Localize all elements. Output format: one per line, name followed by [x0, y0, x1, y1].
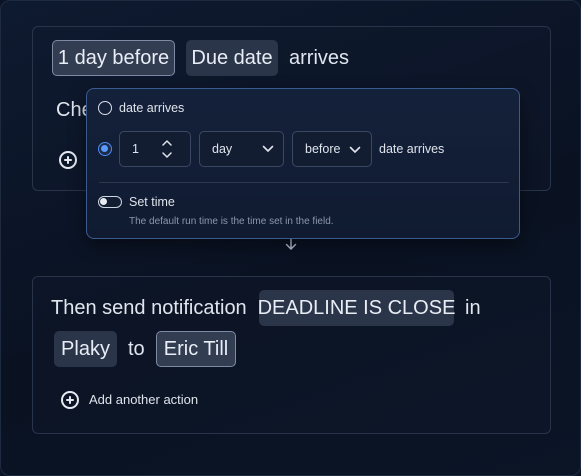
add-action-label[interactable]: Add another action [89, 392, 198, 407]
option-offset-radio[interactable] [98, 142, 112, 156]
message-chip[interactable]: DEADLINE IS CLOSE [258, 290, 455, 326]
offset-number-stepper[interactable]: 1 [119, 131, 191, 167]
option-offset-suffix: date arrives [379, 142, 445, 156]
action-prefix: Then send notification [51, 297, 247, 319]
offset-number-value: 1 [132, 142, 139, 156]
unit-select-value: day [212, 142, 233, 156]
in-word: in [465, 297, 481, 319]
trigger-options-popup: date arrives 1 day before date arrives S… [86, 88, 520, 239]
direction-select[interactable]: before [292, 131, 372, 167]
app-chip[interactable]: Plaky [54, 331, 117, 367]
offset-chip[interactable]: 1 day before [52, 40, 175, 76]
popup-divider [99, 182, 509, 183]
automation-builder: 1 day before Due date arrives Che Then s… [0, 0, 581, 476]
add-action-plus-icon[interactable] [61, 391, 79, 409]
set-time-toggle[interactable] [98, 196, 122, 208]
chevron-down-icon [349, 146, 361, 153]
unit-select[interactable]: day [199, 131, 284, 167]
option-date-arrives-radio[interactable] [98, 101, 112, 115]
field-chip[interactable]: Due date [186, 40, 278, 76]
set-time-hint: The default run time is the time set in … [129, 216, 334, 227]
trigger-suffix: arrives [289, 47, 350, 69]
add-condition-plus-icon[interactable] [59, 151, 77, 169]
set-time-label: Set time [129, 195, 175, 209]
to-word: to [128, 338, 145, 360]
option-date-arrives-label: date arrives [119, 101, 185, 115]
stepper-arrows-icon[interactable] [160, 138, 174, 160]
direction-select-value: before [305, 142, 341, 156]
user-chip[interactable]: Eric Till [156, 331, 236, 367]
chevron-down-icon [262, 145, 274, 152]
